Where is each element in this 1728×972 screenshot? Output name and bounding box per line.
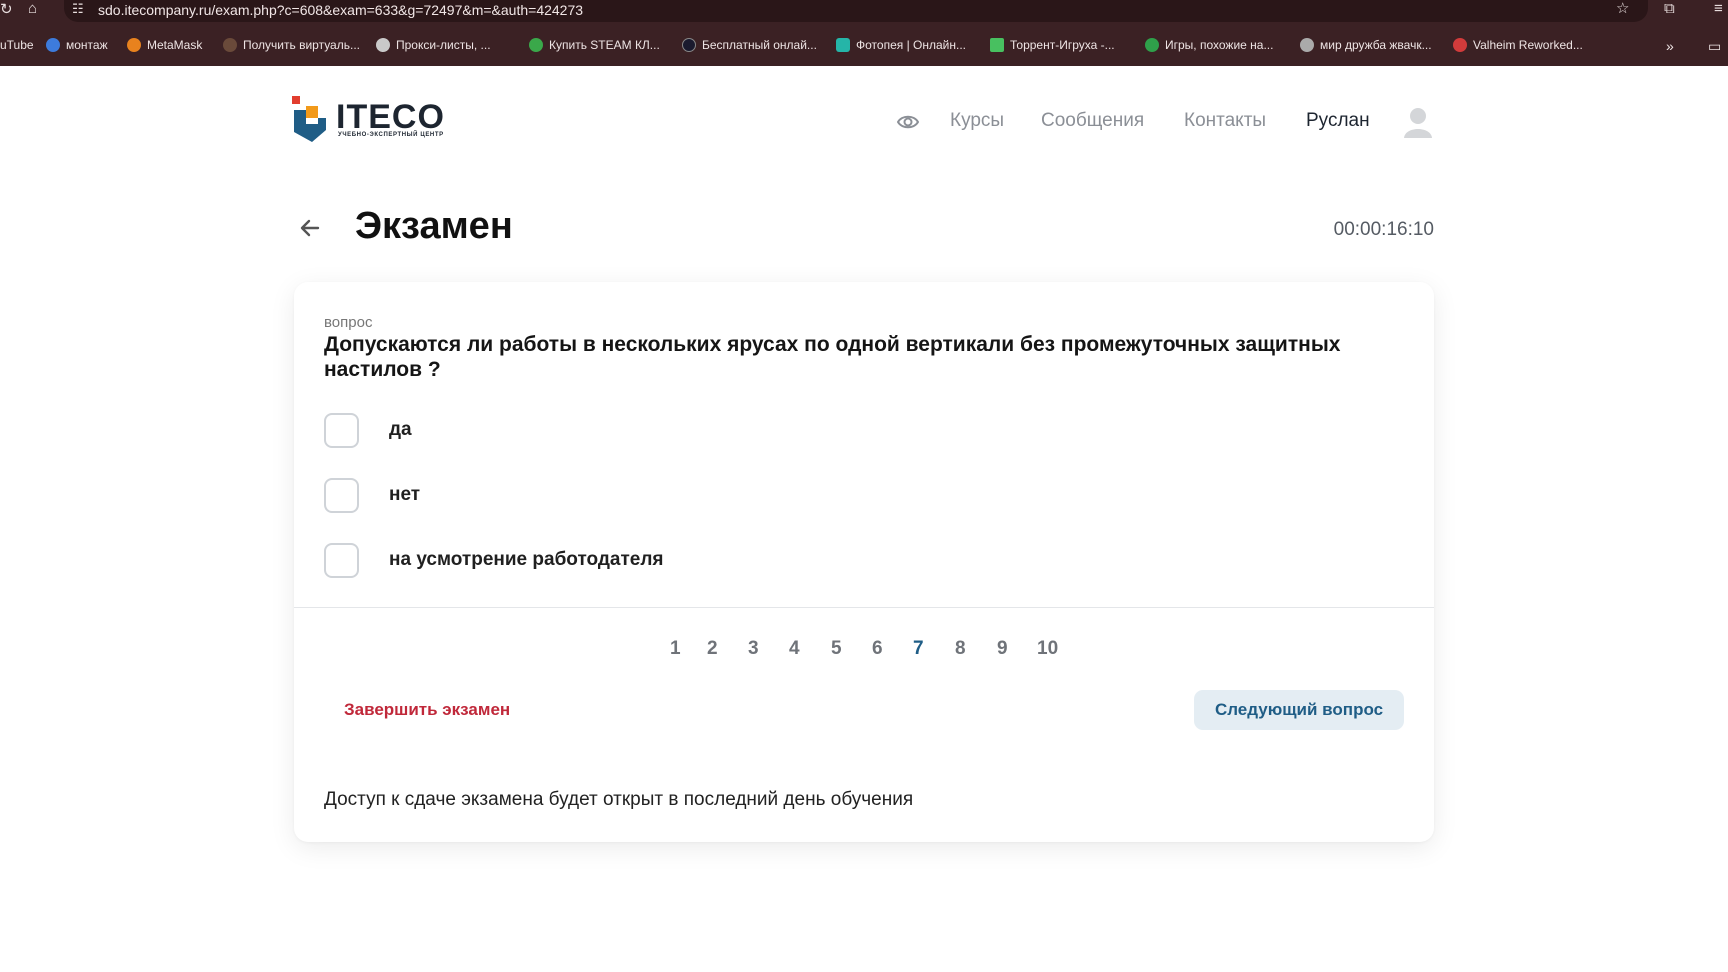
bookmark-item[interactable]: мир дружба жвачк... (1300, 38, 1432, 52)
nav-courses[interactable]: Курсы (950, 110, 1004, 132)
iteco-logo[interactable]: ITECO УЧЕБНО-ЭКСПЕРТНЫЙ ЦЕНТР (292, 96, 452, 144)
bookmark-item[interactable]: Торрент-Игруха -... (990, 38, 1115, 52)
question-card: вопрос Допускаются ли работы в нескольки… (294, 282, 1434, 842)
answer-option-1[interactable]: да (324, 412, 924, 448)
exam-timer: 00:00:16:10 (1333, 219, 1434, 240)
answer-checkbox[interactable] (324, 542, 359, 578)
avatar[interactable] (1402, 106, 1434, 138)
page-title: Экзамен (355, 205, 513, 247)
answer-label: да (389, 419, 412, 440)
bookmark-favicon-icon (46, 38, 60, 52)
site-info-icon[interactable]: ☷ (72, 2, 84, 15)
visibility-eye-icon[interactable] (897, 113, 919, 131)
bookmark-favicon-icon (223, 38, 237, 52)
bookmark-item[interactable]: Valheim Reworked... (1453, 38, 1583, 52)
page-number[interactable]: 10 (1037, 638, 1058, 660)
bookmark-favicon-icon (990, 38, 1004, 52)
answer-label: на усмотрение работодателя (389, 549, 664, 570)
bookmark-favicon-icon (1145, 38, 1159, 52)
page-number-current[interactable]: 7 (913, 638, 924, 660)
bookmark-item[interactable]: монтаж (46, 38, 108, 52)
logo-mark-icon (292, 96, 326, 142)
folder-icon[interactable]: ▭ (1708, 38, 1721, 55)
globe-icon (1300, 38, 1314, 52)
next-question-button[interactable]: Следующий вопрос (1194, 690, 1404, 730)
extensions-icon[interactable]: ⧉ (1664, 1, 1675, 16)
bookmark-star-icon[interactable]: ☆ (1616, 1, 1629, 16)
photopea-icon (836, 38, 850, 52)
bookmark-item[interactable]: uTube (0, 38, 34, 52)
back-arrow-icon[interactable] (298, 216, 322, 240)
answer-checkbox[interactable] (324, 477, 359, 513)
bookmark-item[interactable]: MetaMask (127, 38, 202, 52)
bookmark-item[interactable]: Бесплатный онлай... (682, 38, 817, 52)
bookmark-item[interactable]: Прокси-листы, ... (376, 38, 491, 52)
nav-contacts[interactable]: Контакты (1184, 110, 1266, 132)
reload-icon[interactable]: ↻ (0, 2, 13, 17)
bookmark-favicon-icon (529, 38, 543, 52)
page-number[interactable]: 9 (997, 638, 1008, 660)
metamask-icon (127, 38, 141, 52)
menu-icon[interactable]: ≡ (1714, 1, 1723, 16)
page-number[interactable]: 6 (872, 638, 883, 660)
page-number[interactable]: 4 (789, 638, 800, 660)
logo-subtitle: УЧЕБНО-ЭКСПЕРТНЫЙ ЦЕНТР (338, 132, 444, 138)
browser-chrome: ↻ ⌂ ☷ sdo.itecompany.ru/exam.php?c=608&e… (0, 0, 1728, 66)
question-text: Допускаются ли работы в нескольких яруса… (324, 333, 1341, 381)
answer-label: нет (389, 484, 421, 505)
bookmark-favicon-icon (1453, 38, 1467, 52)
bookmarks-bar: uTube монтаж MetaMask Получить виртуаль.… (0, 36, 1728, 58)
bookmark-item[interactable]: Получить виртуаль... (223, 38, 360, 52)
answer-option-2[interactable]: нет (324, 477, 924, 513)
more-bookmarks-icon[interactable]: » (1666, 38, 1674, 54)
access-notice: Доступ к сдаче экзамена будет открыт в п… (324, 789, 914, 810)
page-number[interactable]: 8 (955, 638, 966, 660)
question-label: вопрос (324, 314, 373, 331)
user-name[interactable]: Руслан (1306, 110, 1370, 132)
bookmark-favicon-icon (376, 38, 390, 52)
question-pagination: 1 2 3 4 5 6 7 8 9 10 (294, 638, 1434, 668)
home-icon[interactable]: ⌂ (28, 1, 37, 16)
bookmark-favicon-icon (682, 38, 696, 52)
page-number[interactable]: 3 (748, 638, 759, 660)
url-text[interactable]: sdo.itecompany.ru/exam.php?c=608&exam=63… (98, 2, 583, 18)
bookmark-item[interactable]: Игры, похожие на... (1145, 38, 1273, 52)
page-number[interactable]: 5 (831, 638, 842, 660)
nav-messages[interactable]: Сообщения (1041, 110, 1144, 132)
page-number[interactable]: 1 (670, 638, 681, 660)
finish-exam-link[interactable]: Завершить экзамен (344, 700, 510, 720)
page-number[interactable]: 2 (707, 638, 718, 660)
answer-checkbox[interactable] (324, 412, 359, 448)
bookmark-item[interactable]: Фотопея | Онлайн... (836, 38, 966, 52)
answer-option-3[interactable]: на усмотрение работодателя (324, 542, 924, 578)
bookmark-item[interactable]: Купить STEAM КЛ... (529, 38, 660, 52)
divider (294, 607, 1434, 608)
